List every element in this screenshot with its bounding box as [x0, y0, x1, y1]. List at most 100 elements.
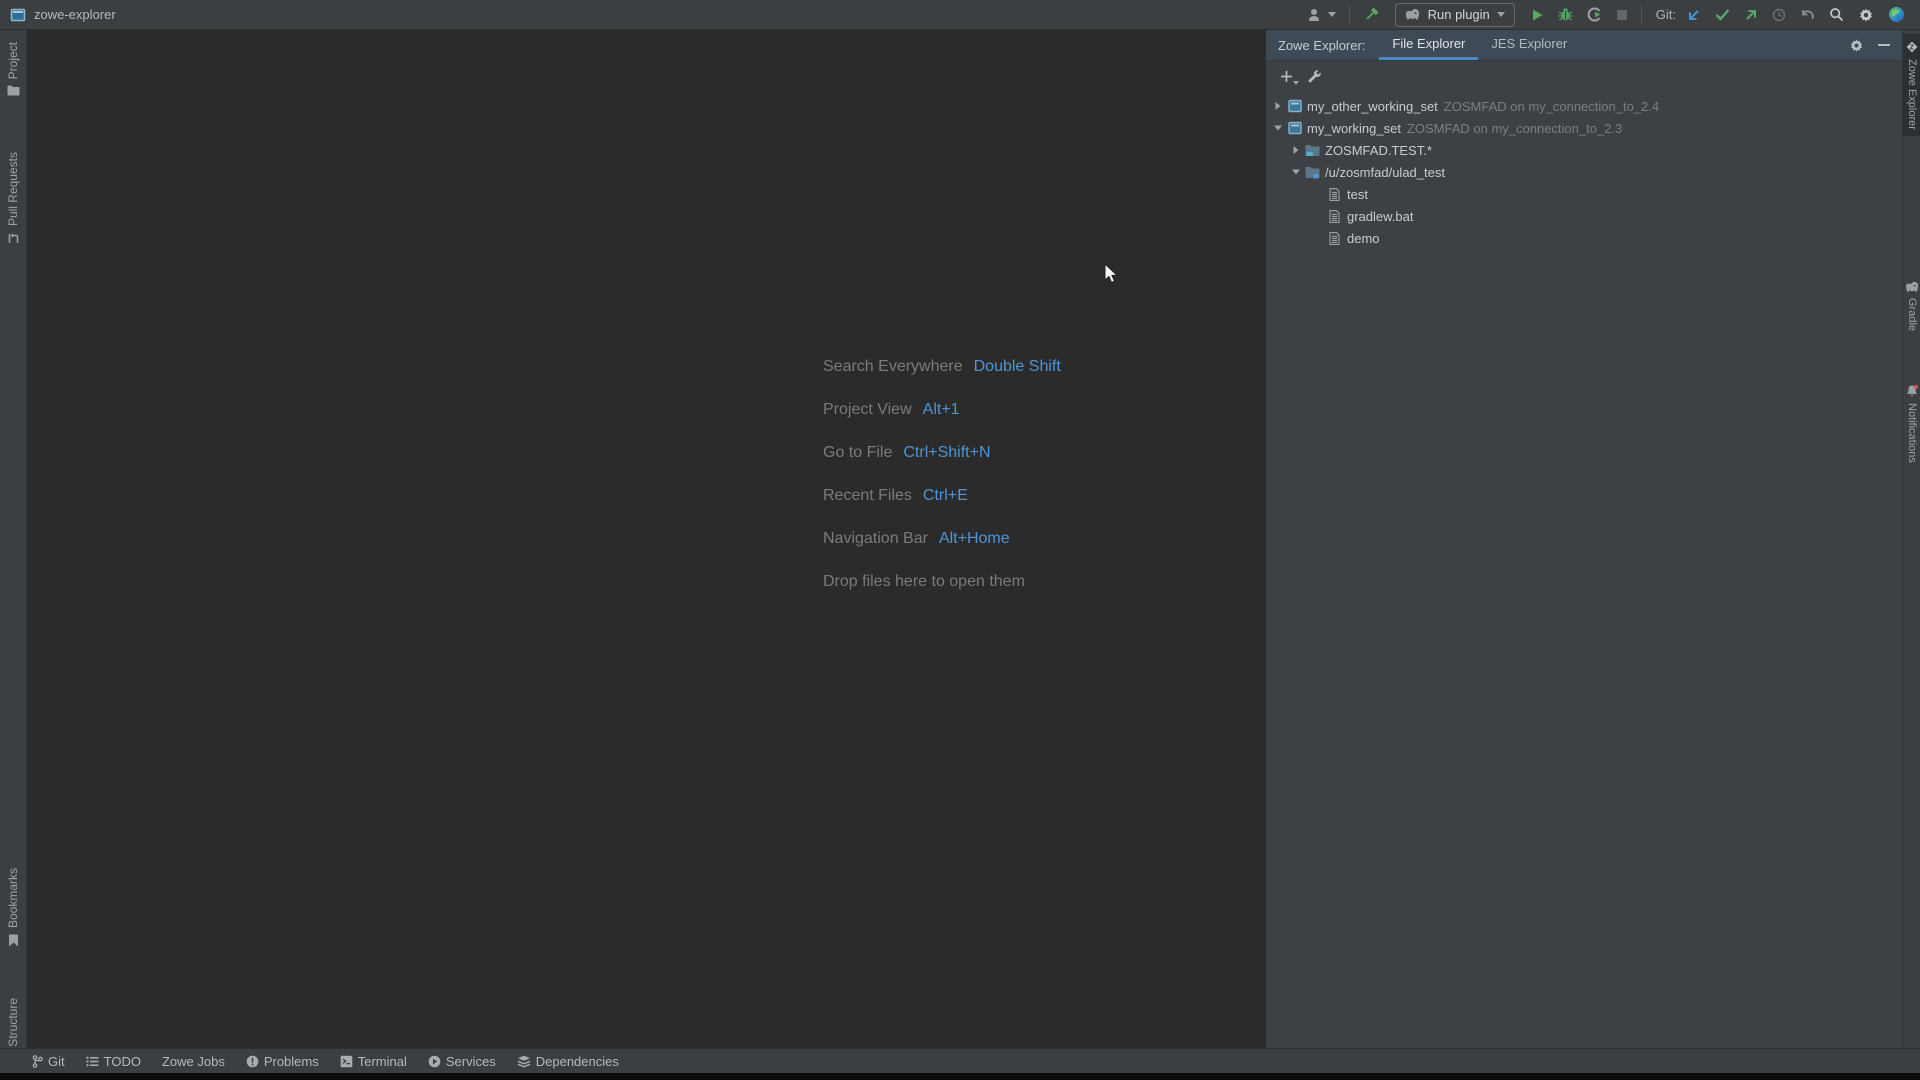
- shortcut-label: Go to File: [823, 444, 892, 462]
- gradle-elephant-icon: [1905, 281, 1920, 293]
- bookmarks-stripe-label: Bookmarks: [6, 868, 20, 928]
- dataset-folder-icon: DS: [1304, 144, 1321, 157]
- tree-item-name: ZOSMFAD.TEST.*: [1325, 143, 1432, 158]
- explorer-toolbar: [1266, 61, 1902, 91]
- editor-empty-area[interactable]: [27, 30, 1265, 1048]
- chevron-down-icon[interactable]: [1270, 124, 1286, 132]
- tab-jes-explorer[interactable]: JES Explorer: [1478, 30, 1580, 60]
- statusbar-item-problems[interactable]: Problems: [246, 1054, 319, 1069]
- shortcut-label: Search Everywhere: [823, 358, 963, 376]
- profile-user-button[interactable]: [1300, 3, 1343, 27]
- tab-file-explorer[interactable]: File Explorer: [1379, 30, 1478, 60]
- right-tool-stripe: Z Zowe Explorer Gradle Noti: [1902, 30, 1920, 1048]
- svg-text:DS: DS: [1307, 151, 1313, 156]
- tree-row-file[interactable]: demo: [1266, 227, 1902, 249]
- tree-item-name: /u/zosmfad/ulad_test: [1325, 165, 1445, 180]
- statusbar-label: Dependencies: [536, 1054, 619, 1069]
- statusbar-item-zowe-jobs[interactable]: Zowe Jobs: [162, 1054, 225, 1069]
- build-hammer-button[interactable]: [1356, 3, 1387, 27]
- gradle-elephant-icon: [1405, 8, 1421, 21]
- tree-item-name: my_working_set: [1307, 121, 1401, 136]
- run-configuration-select[interactable]: Run plugin: [1395, 3, 1515, 27]
- statusbar-item-dependencies[interactable]: Dependencies: [517, 1054, 619, 1069]
- stripe-item-zowe-explorer[interactable]: Z Zowe Explorer: [1903, 34, 1920, 136]
- shortcut-row: Project View Alt+1: [823, 388, 1061, 431]
- statusbar-label: Zowe Jobs: [162, 1054, 225, 1069]
- statusbar-item-terminal[interactable]: Terminal: [340, 1054, 407, 1069]
- sidebar-item-project[interactable]: Project: [0, 42, 26, 96]
- chevron-down-icon[interactable]: [1288, 168, 1304, 176]
- run-config-label: Run plugin: [1428, 7, 1490, 22]
- problems-icon: [246, 1055, 259, 1068]
- panel-settings-gear-icon[interactable]: [1849, 38, 1864, 53]
- stripe-item-gradle[interactable]: Gradle: [1903, 275, 1920, 337]
- shortcut-row: Recent Files Ctrl+E: [823, 474, 1061, 517]
- chevron-down-icon: [1497, 12, 1505, 17]
- stripe-item-notifications[interactable]: Notifications: [1903, 378, 1920, 469]
- sidebar-item-bookmarks[interactable]: Bookmarks: [0, 868, 26, 947]
- shortcut-row: Drop files here to open them: [823, 560, 1061, 603]
- tree-row-uss-directory[interactable]: /u/zosmfad/ulad_test: [1266, 161, 1902, 183]
- statusbar-item-todo[interactable]: TODO: [86, 1054, 141, 1069]
- project-stripe-label: Project: [6, 42, 20, 79]
- chevron-down-icon: [1328, 12, 1336, 17]
- git-commit-button[interactable]: [1708, 3, 1737, 27]
- chevron-right-icon[interactable]: [1270, 101, 1286, 111]
- shortcut-keys: Double Shift: [974, 358, 1061, 376]
- wrench-settings-button[interactable]: [1307, 69, 1322, 84]
- history-button: [1765, 3, 1793, 27]
- rollback-button[interactable]: [1793, 3, 1822, 27]
- svg-text:Z: Z: [1910, 45, 1915, 52]
- toolbar-separator: [1349, 6, 1350, 24]
- file-icon: [1326, 210, 1343, 223]
- git-branch-icon: [32, 1055, 43, 1068]
- tree-item-name: my_other_working_set: [1307, 99, 1438, 114]
- tree-item-name: gradlew.bat: [1347, 209, 1414, 224]
- run-button[interactable]: [1523, 3, 1551, 27]
- left-tool-stripe: Project Pull Requests Bookmarks Structur…: [0, 30, 27, 1048]
- pull-request-icon: [7, 232, 20, 245]
- statusbar-label: Terminal: [358, 1054, 407, 1069]
- add-profile-plus-button[interactable]: [1280, 70, 1293, 83]
- git-label: Git:: [1656, 7, 1676, 22]
- notification-bell-icon: [1905, 384, 1919, 398]
- bookmark-icon: [8, 934, 19, 947]
- search-everywhere-button[interactable]: [1822, 3, 1851, 27]
- shortcut-label: Navigation Bar: [823, 530, 928, 548]
- bottom-black-strip: [0, 1073, 1920, 1080]
- statusbar-item-git[interactable]: Git: [32, 1054, 65, 1069]
- statusbar-item-services[interactable]: Services: [428, 1054, 496, 1069]
- code-with-me-sphere-icon[interactable]: [1881, 3, 1912, 27]
- settings-gear-button[interactable]: [1851, 3, 1881, 27]
- file-explorer-tree: my_other_working_set ZOSMFAD on my_conne…: [1266, 91, 1902, 249]
- stop-button: [1609, 3, 1635, 27]
- tree-row-working-set[interactable]: my_other_working_set ZOSMFAD on my_conne…: [1266, 95, 1902, 117]
- pull-requests-stripe-label: Pull Requests: [6, 152, 20, 226]
- git-update-button[interactable]: [1680, 3, 1708, 27]
- shortcut-row: Search Everywhere Double Shift: [823, 345, 1061, 388]
- chevron-right-icon[interactable]: [1288, 145, 1304, 155]
- git-push-button[interactable]: [1737, 3, 1765, 27]
- tab-label: File Explorer: [1392, 36, 1465, 51]
- shortcut-label: Project View: [823, 401, 912, 419]
- statusbar-label: TODO: [104, 1054, 141, 1069]
- hide-panel-minus-icon[interactable]: [1878, 43, 1890, 47]
- tree-row-file[interactable]: gradlew.bat: [1266, 205, 1902, 227]
- uss-folder-icon: [1304, 166, 1321, 179]
- profiler-button[interactable]: [1580, 3, 1609, 27]
- window-title: zowe-explorer: [34, 7, 116, 22]
- tool-window-header: Zowe Explorer: File Explorer JES Explore…: [1266, 30, 1902, 61]
- shortcut-keys: Alt+1: [923, 401, 960, 419]
- debug-button[interactable]: [1551, 3, 1580, 27]
- statusbar-label: Problems: [264, 1054, 319, 1069]
- tree-row-file[interactable]: test: [1266, 183, 1902, 205]
- tree-row-dataset-mask[interactable]: DS ZOSMFAD.TEST.*: [1266, 139, 1902, 161]
- sidebar-item-pull-requests[interactable]: Pull Requests: [0, 152, 26, 245]
- shortcut-label: Recent Files: [823, 487, 912, 505]
- shortcut-keys: Ctrl+E: [923, 487, 968, 505]
- gradle-stripe-label: Gradle: [1906, 298, 1918, 331]
- working-set-icon: [1286, 99, 1303, 113]
- tree-row-working-set[interactable]: my_working_set ZOSMFAD on my_connection_…: [1266, 117, 1902, 139]
- notifications-stripe-label: Notifications: [1906, 403, 1918, 463]
- dependencies-layers-icon: [517, 1055, 531, 1068]
